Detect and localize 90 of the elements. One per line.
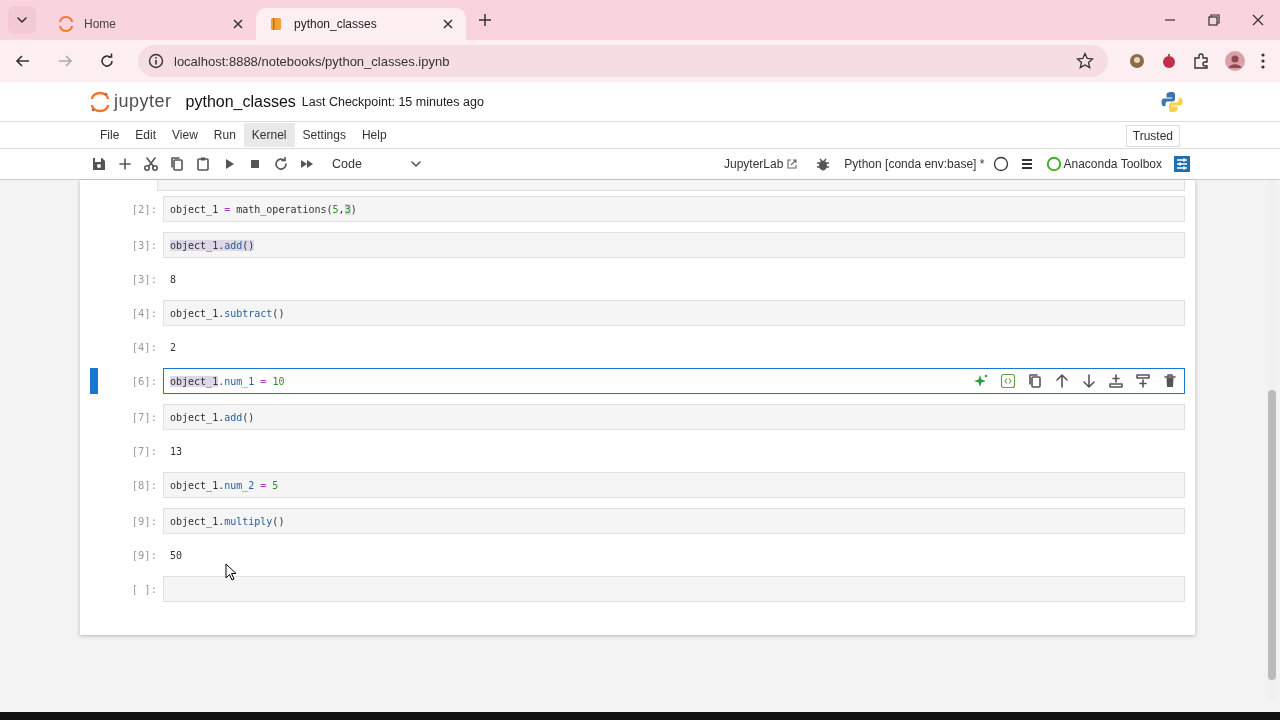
input-prompt: [3]: xyxy=(130,239,158,251)
code-cell-editor[interactable]: object_1.add() xyxy=(163,404,1185,430)
cell-output: 8 xyxy=(169,273,177,285)
puzzle-icon[interactable] xyxy=(1192,52,1210,70)
input-prompt: [8]: xyxy=(130,479,158,491)
more-options-icon[interactable] xyxy=(1260,52,1266,70)
code-line: object_1.add() xyxy=(170,411,255,423)
bug-icon[interactable] xyxy=(815,156,832,172)
notebook-icon xyxy=(268,16,284,32)
close-icon[interactable] xyxy=(442,18,454,30)
code-line: object_1.subtract() xyxy=(170,307,285,319)
cell-output: 2 xyxy=(169,341,177,353)
menu-item[interactable]: File xyxy=(92,123,128,147)
jupyter-logo-icon xyxy=(90,90,110,113)
input-prompt: [4]: xyxy=(130,307,158,319)
external-link-icon xyxy=(786,158,799,170)
code-cell-editor[interactable]: object_1 = math_operations(5,3) xyxy=(163,196,1185,222)
anaconda-toolbox-button[interactable]: Anaconda Toolbox xyxy=(1046,156,1162,172)
cell-output: 50 xyxy=(169,549,183,561)
input-prompt: [7]: xyxy=(130,411,158,423)
checkpoint-status: Last Checkpoint: 15 minutes ago xyxy=(301,94,484,109)
trusted-indicator[interactable]: Trusted xyxy=(1125,125,1180,147)
menu-item[interactable]: Run xyxy=(205,123,244,147)
notebook-title[interactable]: python_classes xyxy=(185,92,296,111)
browser-tab[interactable]: Home xyxy=(46,8,256,40)
input-prompt: [2]: xyxy=(130,203,158,215)
copy-icon[interactable] xyxy=(169,156,185,172)
output-prompt: [7]: xyxy=(130,445,158,457)
insert-below-icon[interactable] xyxy=(1135,373,1151,389)
code-line: object_1.multiply() xyxy=(170,515,285,527)
extension-icon[interactable] xyxy=(1128,52,1146,70)
code-line: object_1.add() xyxy=(170,239,255,251)
delete-icon[interactable] xyxy=(1162,373,1178,389)
sparkle-icon[interactable] xyxy=(973,373,989,389)
kernel-name[interactable]: Python [conda env:base] * xyxy=(844,157,985,171)
paste-icon[interactable] xyxy=(195,156,211,172)
output-prompt: [4]: xyxy=(130,341,158,353)
code-line: object_1.num_1 = 10 xyxy=(170,375,285,387)
insert-above-icon[interactable] xyxy=(1108,373,1124,389)
restart-icon[interactable] xyxy=(273,156,289,172)
kernel-idle-icon xyxy=(993,156,1010,172)
output-prompt: [3]: xyxy=(130,273,158,285)
code-line: object_1 = math_operations(5,3) xyxy=(170,203,357,215)
code-format-icon[interactable] xyxy=(1000,373,1016,389)
code-cell-editor[interactable]: object_1.add() xyxy=(163,232,1185,258)
star-icon[interactable] xyxy=(1076,52,1094,70)
profile-avatar-icon[interactable] xyxy=(1224,50,1246,72)
ring-icon xyxy=(1046,156,1063,172)
move-up-icon[interactable] xyxy=(1054,373,1070,389)
site-info-icon[interactable] xyxy=(148,53,164,69)
cell-output: 13 xyxy=(169,445,183,457)
active-cell-marker xyxy=(90,368,98,394)
jupyterlab-link[interactable]: JupyterLab xyxy=(724,157,799,171)
reload-icon[interactable] xyxy=(98,52,116,70)
add-icon[interactable] xyxy=(117,156,133,172)
input-prompt: [ ]: xyxy=(130,583,158,595)
close-icon[interactable] xyxy=(232,18,244,30)
jupyter-logo-icon xyxy=(58,16,74,32)
input-prompt: [9]: xyxy=(130,515,158,527)
tab-list-button[interactable] xyxy=(8,6,36,34)
property-inspector-icon[interactable] xyxy=(1173,155,1191,173)
code-cell-editor[interactable]: object_1.num_1 = 10 xyxy=(163,368,1185,394)
output-prompt: [9]: xyxy=(130,549,158,561)
code-cell-editor[interactable] xyxy=(157,180,1185,191)
new-tab-icon[interactable] xyxy=(478,13,492,27)
duplicate-icon[interactable] xyxy=(1027,373,1043,389)
code-cell-editor[interactable]: object_1.multiply() xyxy=(163,508,1185,534)
jupyter-wordmark: jupyter xyxy=(114,91,172,112)
menu-item[interactable]: Settings xyxy=(294,123,354,147)
move-down-icon[interactable] xyxy=(1081,373,1097,389)
extension-icon[interactable] xyxy=(1160,52,1178,70)
menu-item[interactable]: Help xyxy=(353,123,395,147)
address-field[interactable]: localhost:8888/notebooks/python_classes.ipynb xyxy=(138,45,1108,77)
menu-item[interactable]: Kernel xyxy=(243,123,295,147)
save-icon[interactable] xyxy=(91,156,107,172)
menu-item[interactable]: Edit xyxy=(127,123,165,147)
code-cell-editor[interactable] xyxy=(163,576,1185,602)
restore-icon[interactable] xyxy=(1207,13,1221,27)
caret-icon xyxy=(409,158,422,170)
python-logo-icon xyxy=(1160,89,1184,114)
browser-tab[interactable]: python_classes xyxy=(256,8,466,40)
mouse-pointer-icon xyxy=(225,563,237,581)
code-cell-editor[interactable]: object_1.num_2 = 5 xyxy=(163,472,1185,498)
cell-type-dropdown[interactable]: Code xyxy=(332,157,422,171)
cut-icon[interactable] xyxy=(143,156,159,172)
menu-item[interactable]: View xyxy=(164,123,206,147)
close-icon[interactable] xyxy=(1251,13,1265,27)
code-line: object_1.num_2 = 5 xyxy=(170,479,279,491)
code-cell-editor[interactable]: object_1.subtract() xyxy=(163,300,1185,326)
input-prompt: [6]: xyxy=(130,375,158,387)
